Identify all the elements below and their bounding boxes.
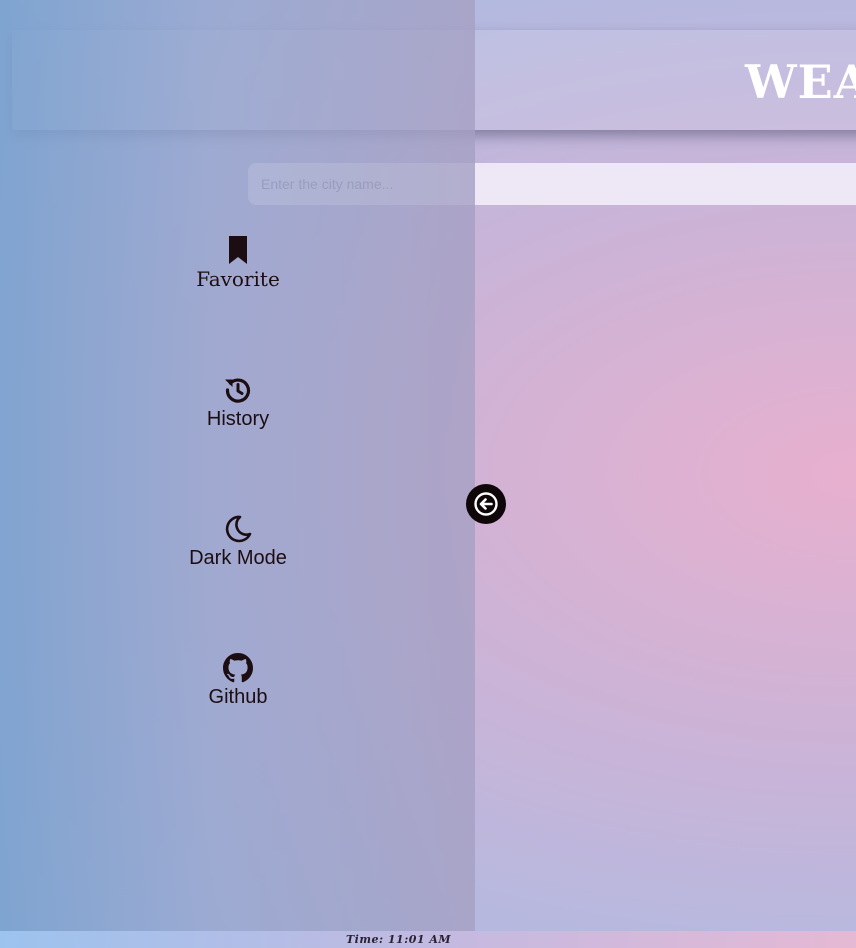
sidebar-item-dark-mode[interactable]: Dark Mode (138, 514, 338, 570)
collapse-sidebar-button[interactable] (466, 484, 506, 524)
app-title: WEA (745, 55, 856, 109)
sidebar-item-history[interactable]: History (138, 375, 338, 431)
footer-time: Time: 11:01 AM (346, 933, 452, 946)
moon-icon (225, 515, 252, 543)
github-icon (223, 653, 253, 683)
bookmark-icon (229, 236, 247, 264)
arrow-left-circle-icon (474, 492, 498, 516)
sidebar-item-github[interactable]: Github (138, 653, 338, 709)
sidebar-item-label: Dark Mode (189, 547, 287, 569)
sidebar: Favorite History Dark Mode Github (0, 0, 475, 931)
sidebar-item-label: History (206, 408, 270, 430)
sidebar-item-label: Favorite (196, 267, 280, 291)
sidebar-item-favorite[interactable]: Favorite (138, 235, 338, 291)
sidebar-item-label: Github (208, 686, 268, 708)
history-icon (225, 378, 251, 403)
